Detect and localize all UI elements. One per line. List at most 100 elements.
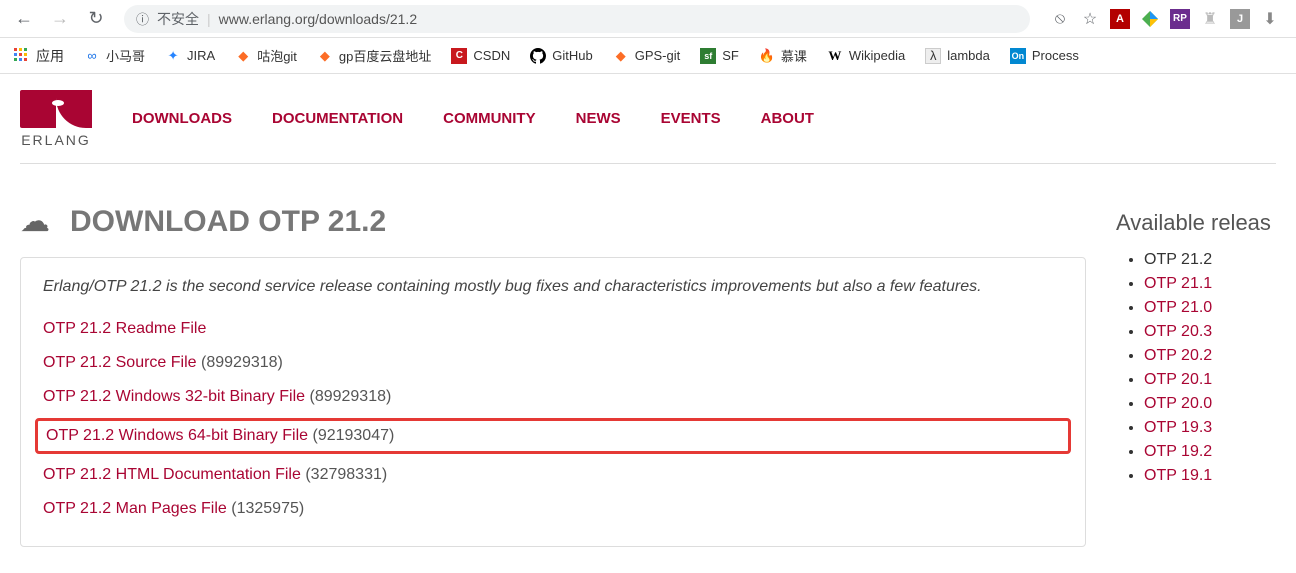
bookmark-item[interactable]: GitHub bbox=[524, 44, 598, 68]
extension-icon[interactable] bbox=[1140, 9, 1160, 29]
release-item: OTP 20.2 bbox=[1144, 344, 1276, 368]
file-link-htmldoc[interactable]: OTP 21.2 HTML Documentation File bbox=[43, 466, 301, 483]
bookmark-item[interactable]: ◆gp百度云盘地址 bbox=[311, 42, 437, 69]
release-item: OTP 19.1 bbox=[1144, 464, 1276, 488]
file-size: (89929318) bbox=[201, 354, 283, 371]
file-item: OTP 21.2 HTML Documentation File (327983… bbox=[43, 458, 1063, 492]
back-button[interactable]: ← bbox=[8, 3, 40, 35]
security-warning: 不安全 bbox=[157, 9, 199, 29]
release-link[interactable]: OTP 21.2 bbox=[1144, 251, 1212, 268]
link-icon: ∞ bbox=[84, 48, 100, 64]
release-link[interactable]: OTP 21.1 bbox=[1144, 275, 1212, 292]
sidebar: Available releas OTP 21.2 OTP 21.1 OTP 2… bbox=[1116, 204, 1276, 547]
bookmark-item[interactable]: ✦JIRA bbox=[159, 44, 221, 68]
release-item: OTP 20.0 bbox=[1144, 392, 1276, 416]
apps-button[interactable]: 应用 bbox=[8, 42, 70, 70]
page-title: DOWNLOAD OTP 21.2 bbox=[70, 205, 386, 239]
release-item: OTP 21.1 bbox=[1144, 272, 1276, 296]
translate-icon[interactable]: ⦸ bbox=[1050, 9, 1070, 29]
on-icon: On bbox=[1010, 48, 1026, 64]
gitlab-icon: ◆ bbox=[317, 48, 333, 64]
axure-extension-icon[interactable]: RP bbox=[1170, 9, 1190, 29]
bookmark-item[interactable]: ◆咕泡git bbox=[229, 42, 303, 69]
nav-about[interactable]: ABOUT bbox=[761, 110, 814, 127]
download-extension-icon[interactable]: ⬇ bbox=[1260, 9, 1280, 29]
download-box: Erlang/OTP 21.2 is the second service re… bbox=[20, 257, 1086, 547]
release-link[interactable]: OTP 19.1 bbox=[1144, 467, 1212, 484]
bookmark-item[interactable]: CCSDN bbox=[445, 44, 516, 68]
url-separator: | bbox=[207, 11, 211, 27]
page-content: ERLANG DOWNLOADS DOCUMENTATION COMMUNITY… bbox=[0, 74, 1296, 547]
file-item: OTP 21.2 Source File (89929318) bbox=[43, 346, 1063, 380]
bookmarks-bar: 应用 ∞小马哥 ✦JIRA ◆咕泡git ◆gp百度云盘地址 CCSDN Git… bbox=[0, 38, 1296, 74]
nav-documentation[interactable]: DOCUMENTATION bbox=[272, 110, 403, 127]
file-size: (89929318) bbox=[309, 388, 391, 405]
file-link-manpages[interactable]: OTP 21.2 Man Pages File bbox=[43, 500, 227, 517]
file-link-win64[interactable]: OTP 21.2 Windows 64-bit Binary File bbox=[46, 427, 308, 444]
forward-button[interactable]: → bbox=[44, 3, 76, 35]
release-item-current: OTP 21.2 bbox=[1144, 248, 1276, 272]
bookmark-item[interactable]: ◆GPS-git bbox=[607, 44, 687, 68]
sf-icon: sf bbox=[700, 48, 716, 64]
file-link-win32[interactable]: OTP 21.2 Windows 32-bit Binary File bbox=[43, 388, 305, 405]
extension-icon-j[interactable]: J bbox=[1230, 9, 1250, 29]
adobe-extension-icon[interactable]: A bbox=[1110, 9, 1130, 29]
release-link[interactable]: OTP 20.0 bbox=[1144, 395, 1212, 412]
file-item: OTP 21.2 Man Pages File (1325975) bbox=[43, 492, 1063, 526]
file-size: (32798331) bbox=[305, 466, 387, 483]
url-bar[interactable]: ⓘ 不安全 | www.erlang.org/downloads/21.2 bbox=[124, 5, 1030, 33]
site-header: ERLANG DOWNLOADS DOCUMENTATION COMMUNITY… bbox=[20, 74, 1276, 164]
file-link-source[interactable]: OTP 21.2 Source File bbox=[43, 354, 197, 371]
release-item: OTP 20.1 bbox=[1144, 368, 1276, 392]
bookmark-item[interactable]: ∞小马哥 bbox=[78, 42, 151, 69]
file-link-readme[interactable]: OTP 21.2 Readme File bbox=[43, 320, 206, 337]
release-item: OTP 19.2 bbox=[1144, 440, 1276, 464]
fire-icon: 🔥 bbox=[759, 48, 775, 64]
nav-community[interactable]: COMMUNITY bbox=[443, 110, 536, 127]
cloud-download-icon: ☁ bbox=[20, 204, 50, 239]
content-row: ☁ DOWNLOAD OTP 21.2 Erlang/OTP 21.2 is t… bbox=[20, 204, 1276, 547]
logo-text: ERLANG bbox=[21, 132, 91, 148]
main-column: ☁ DOWNLOAD OTP 21.2 Erlang/OTP 21.2 is t… bbox=[20, 204, 1086, 547]
release-list: OTP 21.2 OTP 21.1 OTP 21.0 OTP 20.3 OTP … bbox=[1116, 248, 1276, 488]
release-description: Erlang/OTP 21.2 is the second service re… bbox=[43, 278, 1063, 296]
file-item: OTP 21.2 Windows 32-bit Binary File (899… bbox=[43, 380, 1063, 414]
nav-news[interactable]: NEWS bbox=[576, 110, 621, 127]
gitlab-icon: ◆ bbox=[235, 48, 251, 64]
bookmark-item[interactable]: OnProcess bbox=[1004, 44, 1085, 68]
bookmark-star-icon[interactable]: ☆ bbox=[1080, 9, 1100, 29]
apps-icon bbox=[14, 48, 30, 64]
erlang-logo[interactable]: ERLANG bbox=[20, 90, 92, 148]
bookmark-item[interactable]: sfSF bbox=[694, 44, 745, 68]
release-link[interactable]: OTP 19.3 bbox=[1144, 419, 1212, 436]
github-icon bbox=[530, 48, 546, 64]
lambda-icon: λ bbox=[925, 48, 941, 64]
reload-button[interactable]: ↻ bbox=[80, 3, 112, 35]
file-list: OTP 21.2 Readme File OTP 21.2 Source Fil… bbox=[43, 312, 1063, 526]
release-link[interactable]: OTP 20.3 bbox=[1144, 323, 1212, 340]
nav-events[interactable]: EVENTS bbox=[661, 110, 721, 127]
release-link[interactable]: OTP 20.1 bbox=[1144, 371, 1212, 388]
file-item: OTP 21.2 Readme File bbox=[43, 312, 1063, 346]
jira-icon: ✦ bbox=[165, 48, 181, 64]
main-nav: DOWNLOADS DOCUMENTATION COMMUNITY NEWS E… bbox=[132, 110, 814, 127]
info-icon: ⓘ bbox=[136, 9, 149, 28]
release-link[interactable]: OTP 21.0 bbox=[1144, 299, 1212, 316]
page-title-row: ☁ DOWNLOAD OTP 21.2 bbox=[20, 204, 1086, 239]
file-size: (1325975) bbox=[231, 500, 304, 517]
nav-downloads[interactable]: DOWNLOADS bbox=[132, 110, 232, 127]
gitlab-icon: ◆ bbox=[613, 48, 629, 64]
bookmark-item[interactable]: λlambda bbox=[919, 44, 996, 68]
file-item-highlighted: OTP 21.2 Windows 64-bit Binary File (921… bbox=[35, 418, 1071, 454]
release-item: OTP 21.0 bbox=[1144, 296, 1276, 320]
sidebar-title: Available releas bbox=[1116, 210, 1276, 236]
extension-icon-gray[interactable]: ♜ bbox=[1200, 9, 1220, 29]
wikipedia-icon: W bbox=[827, 48, 843, 64]
release-item: OTP 19.3 bbox=[1144, 416, 1276, 440]
bookmark-item[interactable]: 🔥慕课 bbox=[753, 42, 813, 69]
release-link[interactable]: OTP 19.2 bbox=[1144, 443, 1212, 460]
logo-image bbox=[20, 90, 92, 128]
file-size: (92193047) bbox=[312, 427, 394, 444]
bookmark-item[interactable]: WWikipedia bbox=[821, 44, 911, 68]
release-link[interactable]: OTP 20.2 bbox=[1144, 347, 1212, 364]
